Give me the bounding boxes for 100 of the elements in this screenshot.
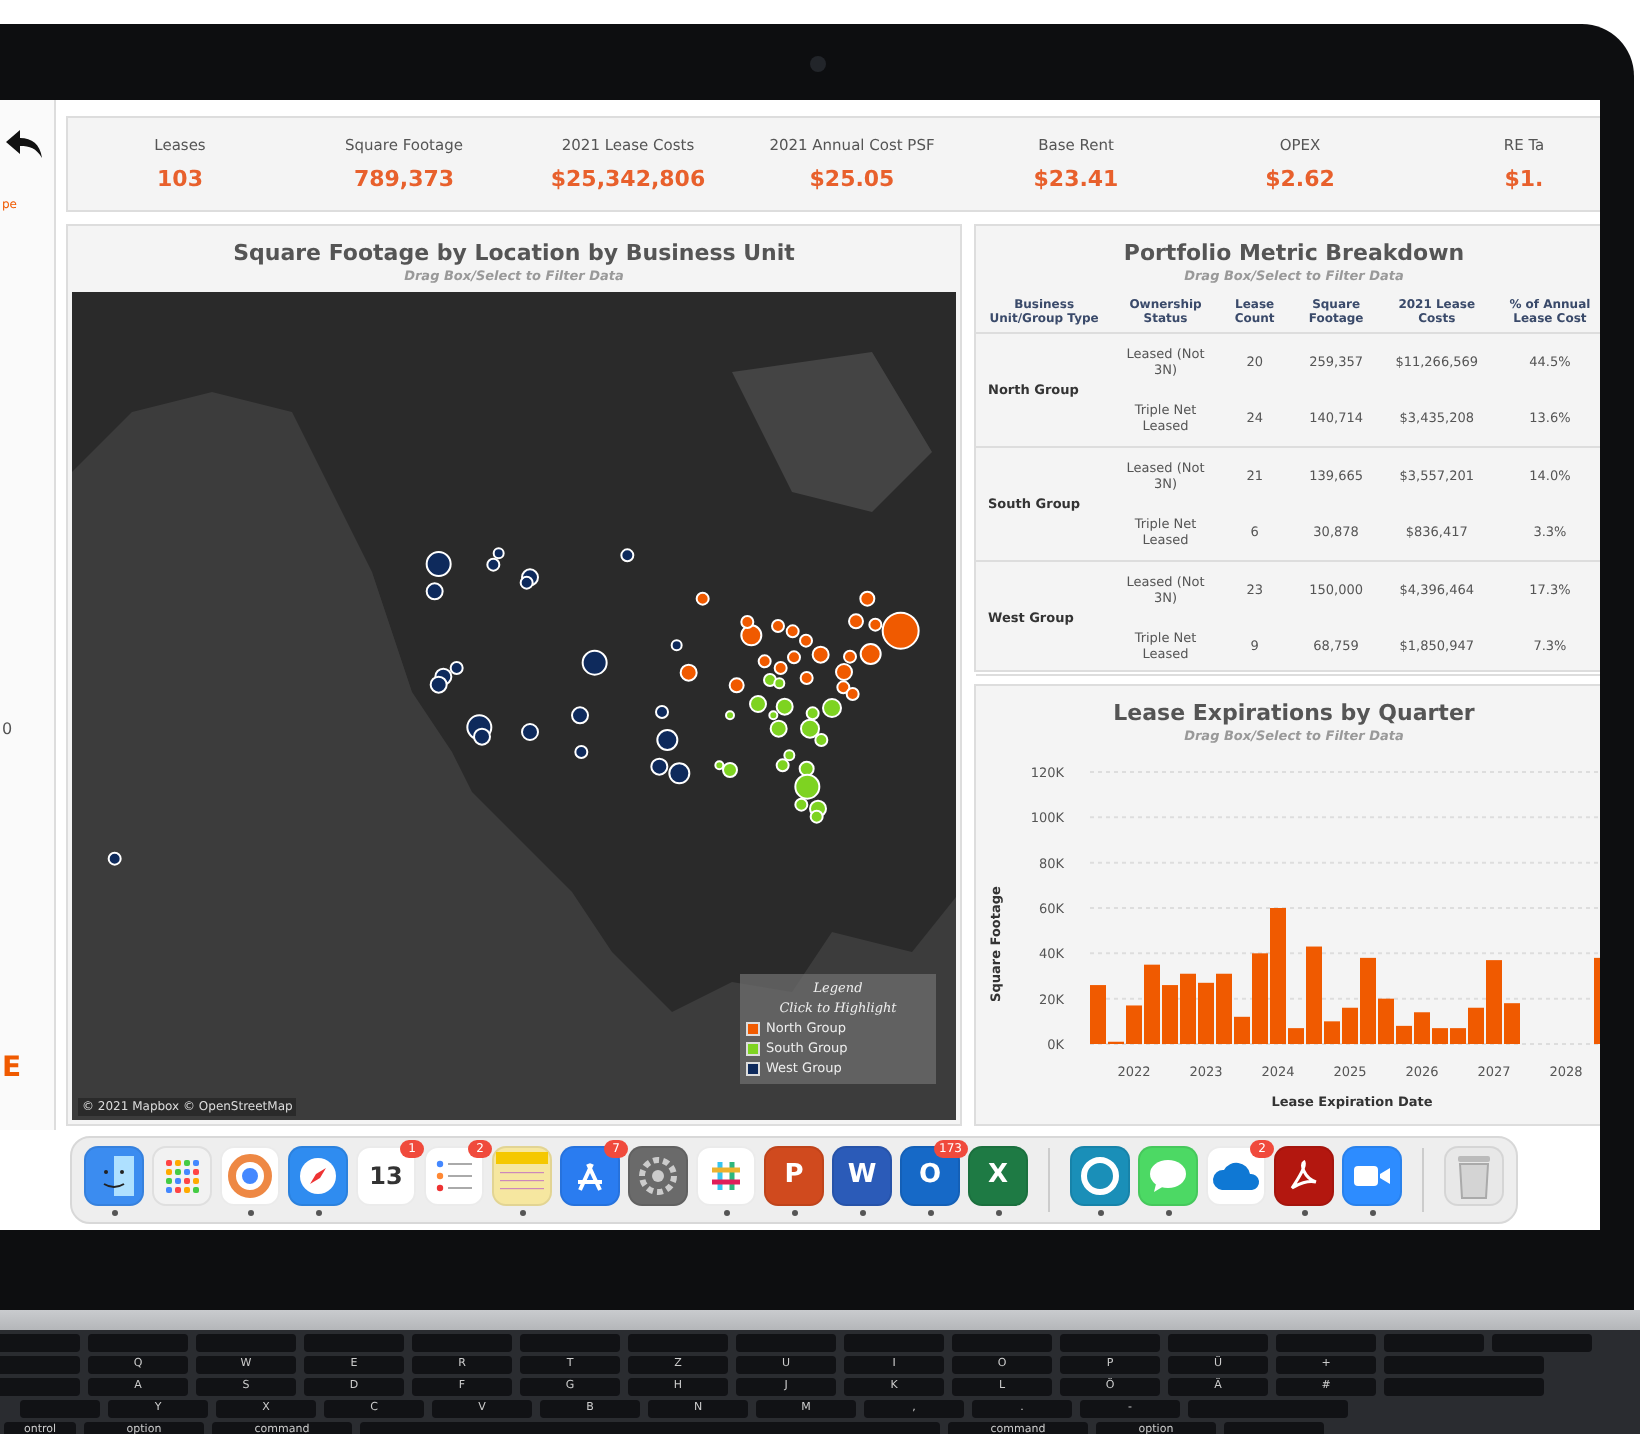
location-marker[interactable] xyxy=(749,695,767,713)
speech-bubble-icon xyxy=(1148,1157,1188,1193)
dock-app-icon[interactable] xyxy=(1070,1145,1130,1205)
location-marker[interactable] xyxy=(620,548,635,563)
location-marker[interactable] xyxy=(656,729,679,751)
location-marker[interactable] xyxy=(486,557,501,572)
back-arrow-icon[interactable] xyxy=(4,128,44,160)
location-marker[interactable] xyxy=(722,762,738,778)
location-marker[interactable] xyxy=(574,745,589,759)
keyboard-key xyxy=(844,1334,944,1352)
gear-icon xyxy=(636,1153,680,1197)
location-marker[interactable] xyxy=(868,617,883,632)
location-marker[interactable] xyxy=(581,649,608,676)
location-marker[interactable] xyxy=(814,733,829,747)
location-marker[interactable] xyxy=(811,645,830,664)
dock-app-icon[interactable]: P xyxy=(764,1145,824,1205)
app-store-icon xyxy=(572,1157,608,1193)
location-marker[interactable] xyxy=(859,643,882,665)
dock-app-icon[interactable] xyxy=(628,1145,688,1205)
keyboard-key xyxy=(1384,1334,1484,1352)
location-marker[interactable] xyxy=(799,633,813,648)
kpi-value: 789,373 xyxy=(353,166,455,192)
location-marker[interactable] xyxy=(521,723,539,741)
panel-title: Portfolio Metric Breakdown xyxy=(1121,240,1467,266)
legend-swatch[interactable] xyxy=(746,1041,760,1055)
location-marker[interactable] xyxy=(881,611,920,650)
location-marker[interactable] xyxy=(449,661,464,675)
keyboard-key xyxy=(1492,1334,1592,1352)
keyboard-key xyxy=(952,1334,1052,1352)
sidebar-text: E xyxy=(2,1054,22,1082)
location-marker[interactable] xyxy=(859,590,876,607)
location-marker[interactable] xyxy=(783,749,796,762)
location-marker[interactable] xyxy=(740,624,763,647)
location-marker[interactable] xyxy=(768,710,779,721)
keyboard-key xyxy=(1168,1334,1268,1352)
dock-app-icon[interactable] xyxy=(1342,1145,1402,1205)
location-marker[interactable] xyxy=(836,680,851,695)
location-marker[interactable] xyxy=(757,654,772,669)
location-marker[interactable] xyxy=(769,719,788,738)
location-marker[interactable] xyxy=(107,851,122,866)
location-marker[interactable] xyxy=(650,757,669,776)
location-marker[interactable] xyxy=(571,706,589,725)
app-icon-letter: P xyxy=(784,1160,804,1190)
location-marker[interactable] xyxy=(670,639,683,652)
location-marker[interactable] xyxy=(425,582,444,601)
location-marker[interactable] xyxy=(845,687,860,701)
keyboard-key xyxy=(88,1334,188,1352)
dock-app-icon[interactable] xyxy=(696,1145,756,1205)
list-icon xyxy=(434,1159,474,1191)
kpi-value: $25,342,806 xyxy=(550,166,706,192)
dock-app-icon[interactable] xyxy=(1206,1145,1266,1205)
location-marker[interactable] xyxy=(773,661,788,675)
dock-app-icon[interactable] xyxy=(560,1145,620,1205)
ring-icon xyxy=(228,1153,272,1197)
location-marker[interactable] xyxy=(798,760,815,777)
location-marker[interactable] xyxy=(835,663,853,681)
location-marker[interactable] xyxy=(668,762,691,785)
location-marker[interactable] xyxy=(740,615,755,629)
location-marker[interactable] xyxy=(492,547,505,560)
location-marker[interactable] xyxy=(785,624,800,639)
location-marker[interactable] xyxy=(794,773,821,800)
location-marker[interactable] xyxy=(679,663,698,682)
dock-app-icon[interactable] xyxy=(288,1145,348,1205)
grid-icon xyxy=(164,1157,200,1193)
app-icon-letter: X xyxy=(987,1160,1009,1190)
app-icon-letter: W xyxy=(847,1160,877,1190)
location-marker[interactable] xyxy=(773,677,786,690)
location-marker[interactable] xyxy=(429,675,448,694)
dock-app-icon[interactable] xyxy=(1274,1145,1334,1205)
location-marker[interactable] xyxy=(794,797,809,812)
dock-app-icon[interactable] xyxy=(424,1145,484,1205)
location-marker[interactable] xyxy=(473,727,491,746)
location-marker[interactable] xyxy=(655,705,669,719)
location-marker[interactable] xyxy=(425,551,452,577)
kpi-value: $25.05 xyxy=(809,166,895,192)
location-marker[interactable] xyxy=(809,809,824,824)
dock-app-icon[interactable]: W xyxy=(832,1145,892,1205)
location-marker[interactable] xyxy=(728,677,745,694)
location-marker[interactable] xyxy=(787,650,801,665)
sidebar-text: 0 xyxy=(2,722,13,738)
keyboard-key xyxy=(1060,1334,1160,1352)
dock-app-icon[interactable] xyxy=(84,1145,144,1205)
location-marker[interactable] xyxy=(799,671,814,685)
cloud-icon xyxy=(1212,1159,1260,1191)
location-marker[interactable] xyxy=(775,697,794,716)
location-marker[interactable] xyxy=(775,758,790,773)
bar[interactable] xyxy=(1396,1025,1412,1044)
location-marker[interactable] xyxy=(771,619,785,633)
location-marker[interactable] xyxy=(843,649,857,664)
location-marker[interactable] xyxy=(725,710,735,721)
dock-app-icon[interactable] xyxy=(220,1145,280,1205)
location-marker[interactable] xyxy=(519,575,534,590)
legend-swatch[interactable] xyxy=(746,1061,760,1075)
location-marker[interactable] xyxy=(695,591,710,606)
location-marker[interactable] xyxy=(714,760,725,771)
kpi-value: $2.62 xyxy=(1265,166,1335,192)
legend-swatch[interactable] xyxy=(746,1021,760,1035)
dock-app-icon[interactable]: X xyxy=(968,1145,1028,1205)
location-marker[interactable] xyxy=(848,613,864,630)
location-marker[interactable] xyxy=(805,706,820,721)
